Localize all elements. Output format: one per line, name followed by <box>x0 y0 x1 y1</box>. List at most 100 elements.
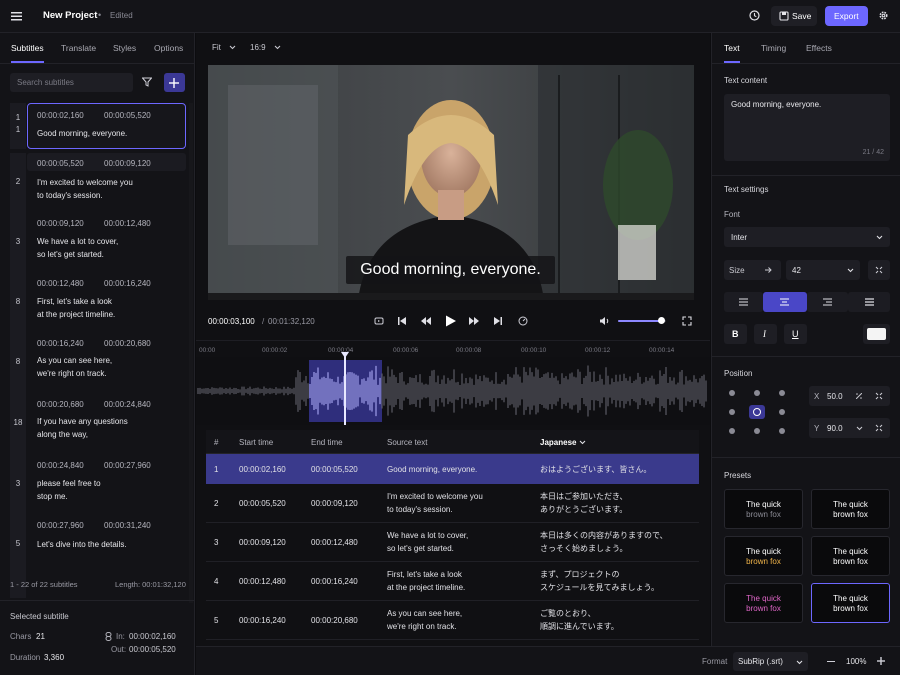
subtitle-start[interactable]: 00:00:12,480 <box>37 279 84 288</box>
anchor-dot[interactable] <box>729 428 735 434</box>
subtitle-item[interactable]: 1 1 00:00:02,160 00:00:05,520 Good morni… <box>10 103 186 149</box>
anchor-dot[interactable] <box>779 428 785 434</box>
settings-gear-icon[interactable] <box>878 10 889 21</box>
speed-icon[interactable] <box>518 316 528 326</box>
row-translation[interactable]: まず、プロジェクトの スケジュールを見てみましょう。 <box>540 568 659 594</box>
format-dropdown[interactable]: SubRip (.srt) <box>733 652 808 671</box>
skip-to-end-icon[interactable] <box>493 316 503 326</box>
preset-card[interactable]: The quick brown fox <box>811 489 890 529</box>
size-field[interactable]: Size <box>724 260 781 280</box>
anchor-dot[interactable] <box>754 390 760 396</box>
col-language-dropdown[interactable]: Japanese <box>540 438 576 447</box>
volume-icon[interactable] <box>599 316 610 326</box>
collapse-icon[interactable] <box>875 392 883 400</box>
tab-text[interactable]: Text <box>724 33 740 63</box>
subtitle-list-scrollbar[interactable] <box>189 103 193 603</box>
play-button[interactable] <box>445 315 456 327</box>
subtitle-start[interactable]: 00:00:09,120 <box>37 219 84 228</box>
out-value[interactable]: 00:00:05,520 <box>129 645 176 654</box>
subtitle-end[interactable]: 00:00:24,840 <box>104 400 151 409</box>
collapse-icon[interactable] <box>875 424 883 432</box>
hamburger-menu-icon[interactable] <box>11 11 22 21</box>
anchor-selected[interactable] <box>749 405 765 419</box>
x-position-field[interactable]: X 50.0 <box>809 386 890 406</box>
aspect-ratio-dropdown[interactable]: 16:9 <box>250 43 281 52</box>
subtitle-end[interactable]: 00:00:09,120 <box>104 159 151 168</box>
subtitle-start[interactable]: 00:00:05,520 <box>37 159 84 168</box>
subtitle-item[interactable]: 8 00:00:12,480 00:00:16,240 First, let's… <box>10 273 186 333</box>
italic-button[interactable]: I <box>754 324 777 344</box>
loop-icon[interactable] <box>374 316 384 326</box>
subtitle-end[interactable]: 00:00:31,240 <box>104 521 151 530</box>
table-row[interactable]: 5 00:00:16,240 00:00:20,680 As you can s… <box>206 601 699 640</box>
row-translation[interactable]: おはようございます、皆さん。 <box>540 463 651 476</box>
subtitle-start[interactable]: 00:00:27,960 <box>37 521 84 530</box>
position-grid[interactable] <box>725 387 795 437</box>
save-button[interactable]: Save <box>771 6 817 26</box>
zoom-out-icon[interactable] <box>827 661 835 663</box>
anchor-dot[interactable] <box>779 390 785 396</box>
tab-timing[interactable]: Timing <box>761 33 786 63</box>
table-row[interactable]: 2 00:00:05,520 00:00:09,120 I'm excited … <box>206 484 699 523</box>
subtitle-end[interactable]: 00:00:20,680 <box>104 339 151 348</box>
export-button[interactable]: Export <box>825 6 868 26</box>
volume-knob[interactable] <box>657 317 665 324</box>
align-left-button[interactable] <box>724 292 763 312</box>
bold-button[interactable]: B <box>724 324 747 344</box>
anchor-dot[interactable] <box>729 409 735 415</box>
size-dropdown[interactable]: 42 <box>786 260 860 280</box>
subtitle-text[interactable]: please feel free to stop me. <box>37 477 101 503</box>
align-right-button[interactable] <box>807 292 848 312</box>
waveform-track[interactable] <box>196 352 710 425</box>
preset-card[interactable]: The quick brown fox <box>724 583 803 623</box>
caption-box[interactable]: Good morning, everyone. <box>346 256 555 284</box>
subtitle-text[interactable]: Good morning, everyone. <box>37 127 127 140</box>
subtitle-end[interactable]: 00:00:27,960 <box>104 461 151 470</box>
subtitle-text[interactable]: If you have any questions along the way, <box>37 415 128 441</box>
row-translation[interactable]: 本日はご参加いただき、 ありがとうございます。 <box>540 490 627 516</box>
in-value[interactable]: 00:00:02,160 <box>129 632 176 641</box>
search-input[interactable]: Search subtitles <box>10 73 133 92</box>
subtitle-text[interactable]: I'm excited to welcome you to today's se… <box>37 176 133 202</box>
size-reset-button[interactable] <box>868 260 890 280</box>
subtitle-end[interactable]: 00:00:16,240 <box>104 279 151 288</box>
subtitle-start[interactable]: 00:00:16,240 <box>37 339 84 348</box>
skip-to-start-icon[interactable] <box>397 316 407 326</box>
preset-card[interactable]: The quick brown fox <box>724 489 803 529</box>
volume-slider[interactable] <box>618 317 666 324</box>
fit-dropdown[interactable]: Fit <box>212 43 236 52</box>
subtitle-item[interactable]: 2 00:00:05,520 00:00:09,120 I'm excited … <box>10 153 186 213</box>
preset-card-selected[interactable]: The quick brown fox <box>811 583 890 623</box>
preset-card[interactable]: The quick brown fox <box>724 536 803 576</box>
playhead[interactable] <box>344 354 346 425</box>
timeline-ruler[interactable]: 00:00 00:00:02 00:00:04 00:00:06 00:00:0… <box>196 340 710 354</box>
fast-forward-icon[interactable] <box>469 316 479 326</box>
subtitle-end[interactable]: 00:00:12,480 <box>104 219 151 228</box>
anchor-dot[interactable] <box>779 409 785 415</box>
rewind-icon[interactable] <box>421 316 431 326</box>
align-center-button[interactable] <box>763 292 807 312</box>
filter-icon[interactable] <box>142 77 152 87</box>
font-dropdown[interactable]: Inter <box>724 227 890 247</box>
subtitle-item[interactable]: 18 00:00:20,680 00:00:24,840 If you have… <box>10 394 186 455</box>
underline-button[interactable]: U <box>784 324 807 344</box>
subtitle-text[interactable]: As you can see here, we're right on trac… <box>37 354 112 380</box>
fullscreen-icon[interactable] <box>682 316 692 326</box>
subtitle-start[interactable]: 00:00:02,160 <box>37 111 84 120</box>
y-position-field[interactable]: Y 90.0 <box>809 418 890 438</box>
table-row[interactable]: 4 00:00:12,480 00:00:16,240 First, let's… <box>206 562 699 601</box>
tab-options[interactable]: Options <box>154 33 183 63</box>
subtitle-start[interactable]: 00:00:24,840 <box>37 461 84 470</box>
row-translation[interactable]: ご覧のとおり、 順調に進んでいます。 <box>540 607 619 633</box>
table-row[interactable]: 1 00:00:02,160 00:00:05,520 Good morning… <box>206 454 699 484</box>
subtitle-item[interactable]: 3 00:00:24,840 00:00:27,960 please feel … <box>10 455 186 515</box>
text-color-button[interactable] <box>863 324 890 344</box>
subtitle-end[interactable]: 00:00:05,520 <box>104 111 151 120</box>
tab-effects[interactable]: Effects <box>806 33 832 63</box>
text-content-textarea[interactable]: Good morning, everyone. 21 / 42 <box>724 94 890 161</box>
align-justify-button[interactable] <box>848 292 890 312</box>
row-translation[interactable]: 本日は多くの内容がありますので、 さっそく始めましょう。 <box>540 529 668 555</box>
preset-card[interactable]: The quick brown fox <box>811 536 890 576</box>
anchor-dot[interactable] <box>729 390 735 396</box>
subtitle-text[interactable]: First, let's take a look at the project … <box>37 295 115 321</box>
